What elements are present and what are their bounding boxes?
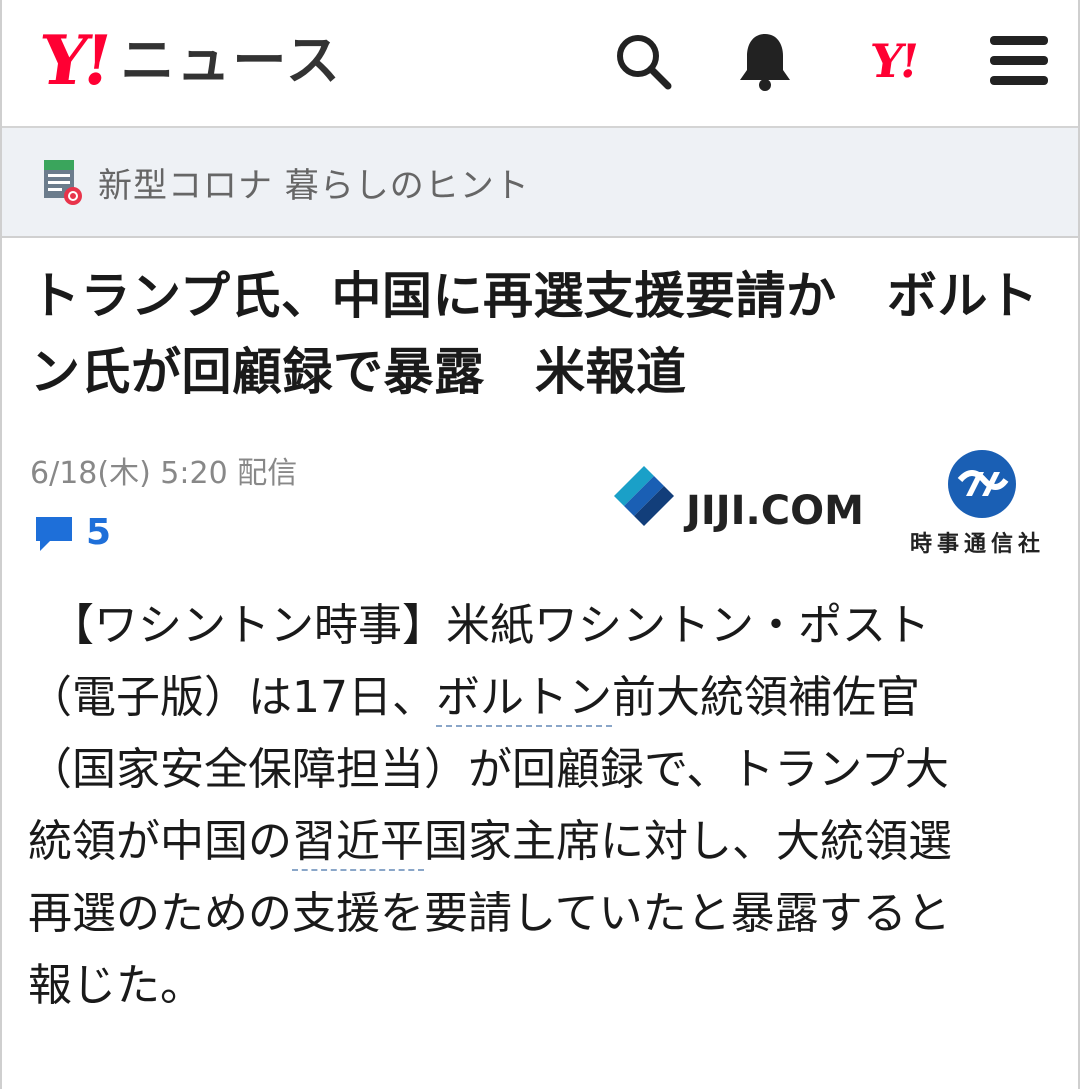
body-text: 【ワシントン時事】米紙ワシントン・ポスト: [28, 600, 930, 651]
body-line: （電子版）は17日、ボルトン前大統領補佐官: [28, 662, 1058, 734]
body-text: 統領が中国の: [28, 816, 292, 867]
article-page: Y! ニュース Y! 新型コロナ 暮らしのヒント トランプ氏、中国に再選支援要請…: [0, 0, 1080, 1089]
top-header: Y! ニュース Y!: [2, 0, 1078, 128]
category-bar[interactable]: 新型コロナ 暮らしのヒント: [2, 128, 1078, 238]
body-text: 国家主席に対し、大統領選: [424, 816, 952, 867]
body-line: 【ワシントン時事】米紙ワシントン・ポスト: [28, 590, 1058, 662]
logo-text: ニュース: [120, 29, 342, 92]
body-line: （国家安全保障担当）が回顧録で、トランプ大: [28, 734, 1058, 806]
comment-count: 5: [86, 512, 112, 553]
search-icon[interactable]: [608, 30, 678, 92]
hamburger-menu-icon[interactable]: [986, 30, 1052, 92]
bell-icon[interactable]: [730, 30, 800, 92]
body-text: 報じた。: [28, 960, 204, 1011]
body-text: 再選のための支援を要請していたと暴露すると: [28, 888, 951, 939]
article-title: トランプ氏、中国に再選支援要請か ボルトン氏が回顧録で暴露 米報道: [30, 267, 1039, 401]
news-search-icon: [42, 158, 84, 206]
article-body: 【ワシントン時事】米紙ワシントン・ポスト （電子版）は17日、ボルトン前大統領補…: [28, 590, 1058, 1022]
category-label: 新型コロナ 暮らしのヒント: [98, 165, 530, 206]
source-logo[interactable]: JIJI.COM: [610, 460, 864, 534]
yahoo-icon[interactable]: Y!: [846, 30, 941, 92]
keyword-link-xi-jinping[interactable]: 習近平: [292, 816, 424, 871]
comment-button[interactable]: 5: [32, 512, 111, 553]
yahoo-news-logo[interactable]: Y! ニュース: [34, 21, 342, 101]
comment-icon: [36, 516, 72, 551]
source-company-name: 時事通信社: [910, 532, 1046, 557]
body-line: 統領が中国の習近平国家主席に対し、大統領選: [28, 806, 1058, 878]
logo-mark: Y!: [34, 21, 113, 101]
body-text: 前大統領補佐官: [612, 672, 920, 723]
body-line: 再選のための支援を要請していたと暴露すると: [28, 878, 1058, 950]
keyword-link-bolton[interactable]: ボルトン: [436, 672, 612, 727]
body-text: （電子版）は17日、: [28, 672, 436, 723]
body-text: （国家安全保障担当）が回顧録で、トランプ大: [28, 744, 949, 795]
body-line: 報じた。: [28, 950, 1058, 1022]
jiji-logo-mark-icon: [614, 466, 674, 526]
source-logo-text: JIJI.COM: [686, 488, 864, 534]
publish-date: 6/18(木) 5:20 配信: [30, 456, 298, 491]
jiji-emblem-icon: [944, 446, 1020, 522]
